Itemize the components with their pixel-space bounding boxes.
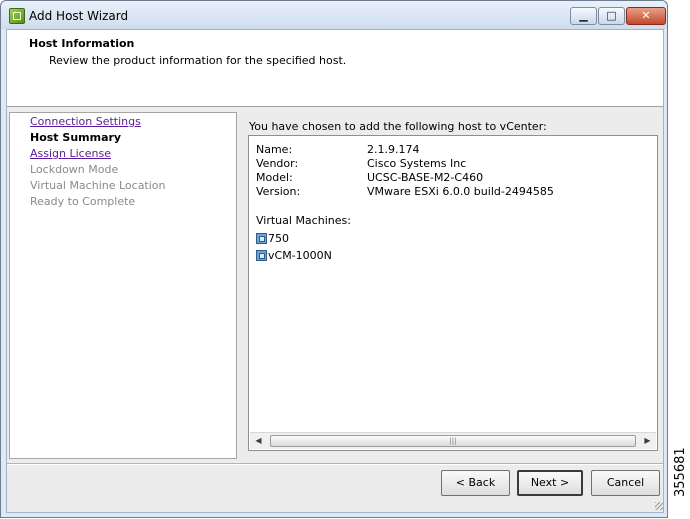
field-label-vendor: Vendor: <box>256 157 299 170</box>
nav-step-connection-settings[interactable]: Connection Settings <box>30 115 141 128</box>
virtual-machine-icon <box>256 233 267 244</box>
vm-list-item[interactable]: 750 <box>256 232 289 245</box>
wizard-window: Add Host Wizard ▁ □ ✕ Host Information R… <box>0 0 668 518</box>
nav-step-ready-to-complete: Ready to Complete <box>30 195 136 208</box>
scroll-left-arrow-icon[interactable]: ◀ <box>250 433 267 449</box>
page-subtitle: Review the product information for the s… <box>49 54 347 67</box>
wizard-header: Host Information Review the product info… <box>7 30 663 107</box>
back-button[interactable]: < Back <box>441 470 510 496</box>
field-value-model: UCSC-BASE-M2-C460 <box>367 171 484 184</box>
resize-grip-icon[interactable] <box>655 502 663 510</box>
maximize-button[interactable]: □ <box>598 7 625 25</box>
field-label-model: Model: <box>256 171 293 184</box>
field-value-vendor: Cisco Systems Inc <box>367 157 467 170</box>
scroll-right-arrow-icon[interactable]: ▶ <box>639 433 656 449</box>
title-bar[interactable]: Add Host Wizard ▁ □ ✕ <box>1 1 667 29</box>
wizard-steps-nav: Connection Settings Host Summary Assign … <box>9 112 237 459</box>
vm-list-heading: Virtual Machines: <box>256 214 351 227</box>
vm-name: 750 <box>268 232 289 245</box>
vm-list-item[interactable]: vCM-1000N <box>256 249 332 262</box>
nav-step-vm-location: Virtual Machine Location <box>30 179 166 192</box>
nav-step-assign-license[interactable]: Assign License <box>30 147 111 160</box>
content-intro: You have chosen to add the following hos… <box>249 120 547 133</box>
button-bar-divider <box>7 463 663 465</box>
field-value-name: 2.1.9.174 <box>367 143 420 156</box>
nav-step-lockdown-mode: Lockdown Mode <box>30 163 119 176</box>
scrollbar-thumb[interactable]: ||| <box>270 435 636 447</box>
close-button[interactable]: ✕ <box>626 7 666 25</box>
nav-step-host-summary: Host Summary <box>30 131 122 144</box>
page-title: Host Information <box>29 37 135 50</box>
window-title: Add Host Wizard <box>29 9 129 23</box>
minimize-button[interactable]: ▁ <box>570 7 597 25</box>
wizard-app-icon <box>9 8 25 24</box>
horizontal-scrollbar[interactable]: ◀ ||| ▶ <box>250 432 656 449</box>
virtual-machine-icon <box>256 250 267 261</box>
vm-name: vCM-1000N <box>268 249 332 262</box>
cancel-button[interactable]: Cancel <box>591 470 660 496</box>
field-label-name: Name: <box>256 143 293 156</box>
wizard-client-area: Host Information Review the product info… <box>6 29 664 513</box>
host-summary-panel: Name: 2.1.9.174 Vendor: Cisco Systems In… <box>248 135 658 451</box>
field-value-version: VMware ESXi 6.0.0 build-2494585 <box>367 185 554 198</box>
figure-id: 355681 <box>673 447 688 497</box>
next-button[interactable]: Next > <box>517 470 583 496</box>
field-label-version: Version: <box>256 185 301 198</box>
